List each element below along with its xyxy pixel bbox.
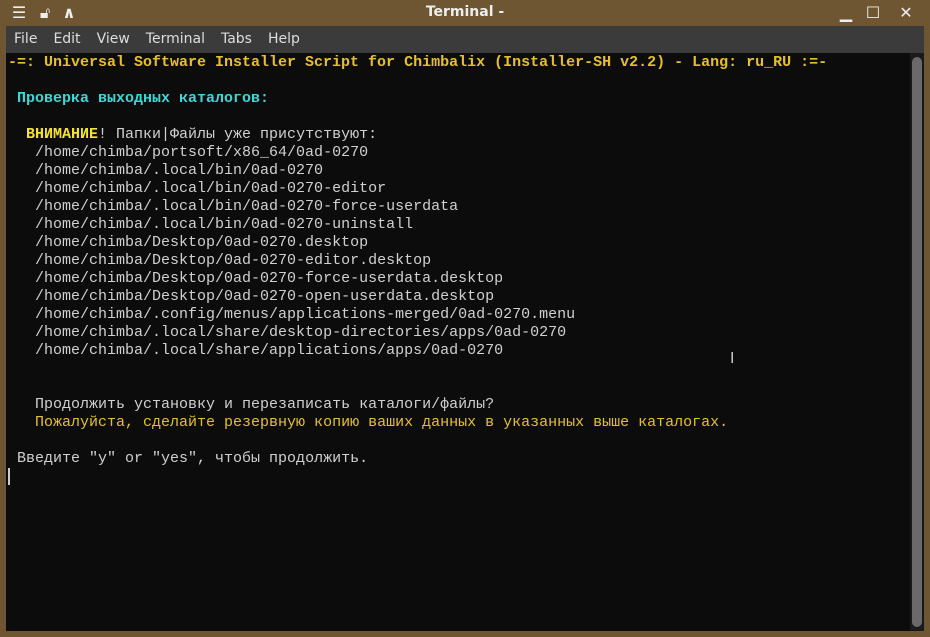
prompt-line: Введите "y" or "yes", чтобы продолжить.	[17, 450, 369, 467]
warning-text: ! Папки|Файлы уже присутствуют:	[98, 126, 378, 143]
close-icon[interactable]: ✕	[896, 3, 916, 23]
path-item: /home/chimba/.config/menus/applications-…	[35, 306, 576, 323]
menu-terminal[interactable]: Terminal	[138, 26, 213, 47]
menu-edit[interactable]: Edit	[45, 26, 88, 47]
scrollbar-thumb[interactable]	[912, 57, 922, 627]
window-title: Terminal -	[425, 4, 505, 20]
scrollbar[interactable]	[910, 53, 924, 631]
path-item: /home/chimba/Desktop/0ad-0270-force-user…	[35, 270, 504, 287]
ibeam-cursor-icon: I	[730, 349, 735, 367]
menu-file[interactable]: File	[6, 26, 45, 47]
menu-tabs[interactable]: Tabs	[213, 26, 260, 47]
menu-bar: File Edit View Terminal Tabs Help	[6, 26, 924, 53]
menu-help[interactable]: Help	[260, 26, 308, 47]
path-list: /home/chimba/portsoft/x86_64/0ad-0270 /h…	[8, 144, 910, 378]
path-item: /home/chimba/.local/share/desktop-direct…	[35, 324, 567, 341]
path-item: /home/chimba/Desktop/0ad-0270-open-userd…	[35, 288, 495, 305]
path-item: /home/chimba/portsoft/x86_64/0ad-0270	[35, 144, 369, 161]
question-line: Продолжить установку и перезаписать ката…	[35, 396, 495, 413]
path-item: /home/chimba/.local/bin/0ad-0270-uninsta…	[35, 216, 414, 233]
backup-note: Пожалуйста, сделайте резервную копию ваш…	[35, 414, 729, 431]
text-cursor	[8, 468, 10, 485]
path-item: /home/chimba/Desktop/0ad-0270.desktop	[35, 234, 369, 251]
menu-view[interactable]: View	[89, 26, 138, 47]
header-line: -=: Universal Software Installer Script …	[8, 54, 828, 71]
title-bar: ☰ 🔓︎ ∧ Terminal - ▁ ☐ ✕	[0, 0, 930, 26]
warning-label: ВНИМАНИЕ	[26, 126, 99, 143]
path-item: /home/chimba/.local/bin/0ad-0270-force-u…	[35, 198, 459, 215]
path-item: /home/chimba/.local/bin/0ad-0270	[35, 162, 324, 179]
section-title: Проверка выходных каталогов:	[17, 90, 270, 107]
terminal-output[interactable]: -=: Universal Software Installer Script …	[6, 53, 910, 631]
path-item: /home/chimba/.local/share/applications/a…	[35, 342, 504, 359]
path-item: /home/chimba/.local/bin/0ad-0270-editor	[35, 180, 387, 197]
maximize-icon[interactable]: ☐	[863, 3, 883, 23]
minimize-icon[interactable]: ▁	[836, 3, 856, 23]
path-item: /home/chimba/Desktop/0ad-0270-editor.des…	[35, 252, 432, 269]
